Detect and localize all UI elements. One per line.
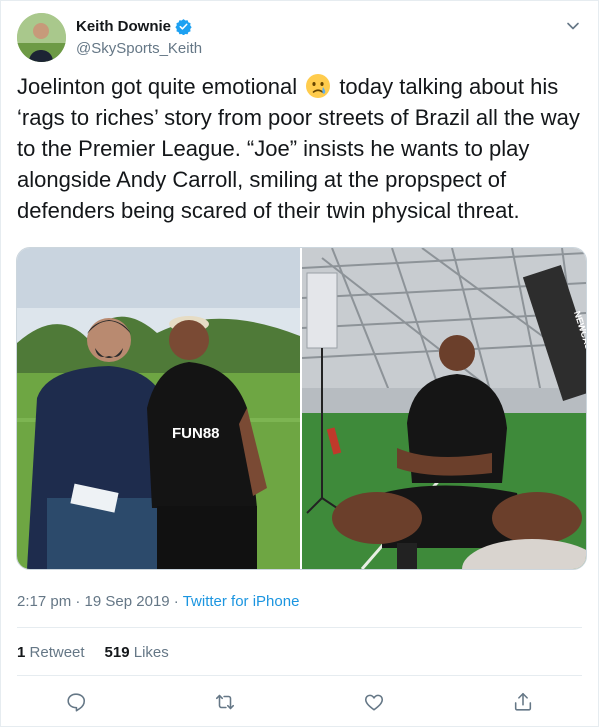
divider — [17, 627, 582, 628]
like-icon[interactable] — [363, 691, 385, 713]
tweet-card: Keith Downie @SkySports_Keith Joelinton … — [0, 0, 599, 727]
author-display-name[interactable]: Keith Downie — [76, 18, 171, 35]
avatar[interactable] — [17, 13, 66, 62]
action-bar — [1, 689, 598, 715]
tweet-text-part-1: Joelinton got quite emotional — [17, 74, 304, 99]
tweet-date[interactable]: 19 Sep 2019 — [85, 593, 170, 610]
retweets-label: Retweet — [29, 644, 85, 661]
tweet-text: Joelinton got quite emotional today talk… — [17, 71, 587, 226]
retweet-icon[interactable] — [214, 691, 236, 713]
tweet-source-link[interactable]: Twitter for iPhone — [183, 593, 300, 610]
tweet-timestamp[interactable]: 2:17 pm · 19 Sep 2019 · Twitter for iPho… — [17, 593, 299, 610]
divider — [17, 675, 582, 676]
author-handle[interactable]: @SkySports_Keith — [76, 40, 202, 57]
retweets-count: 1 — [17, 644, 26, 661]
tweet-time[interactable]: 2:17 pm — [17, 593, 71, 610]
verified-badge-icon — [175, 18, 192, 36]
shirt-sponsor-text: FUN88 — [172, 425, 220, 442]
photo-seated-interview[interactable]: NEWCASTLE — [302, 248, 586, 569]
reply-icon[interactable] — [65, 691, 87, 713]
crying-face-emoji-icon — [305, 73, 331, 99]
meta-separator: · — [169, 593, 183, 610]
retweets-stat[interactable]: 1 Retweet — [17, 644, 85, 661]
likes-count: 519 — [104, 644, 130, 661]
share-icon[interactable] — [512, 691, 534, 713]
likes-stat[interactable]: 519 Likes — [105, 644, 169, 661]
chevron-down-icon[interactable] — [566, 19, 580, 33]
photo-two-men-pitch[interactable]: FUN88 — [17, 248, 300, 569]
engagement-stats: 1 Retweet 519 Likes — [17, 644, 169, 661]
media-gallery[interactable]: FUN88 NEWCASTLE — [16, 247, 587, 570]
meta-separator: · — [71, 593, 85, 610]
likes-label: Likes — [133, 644, 169, 661]
